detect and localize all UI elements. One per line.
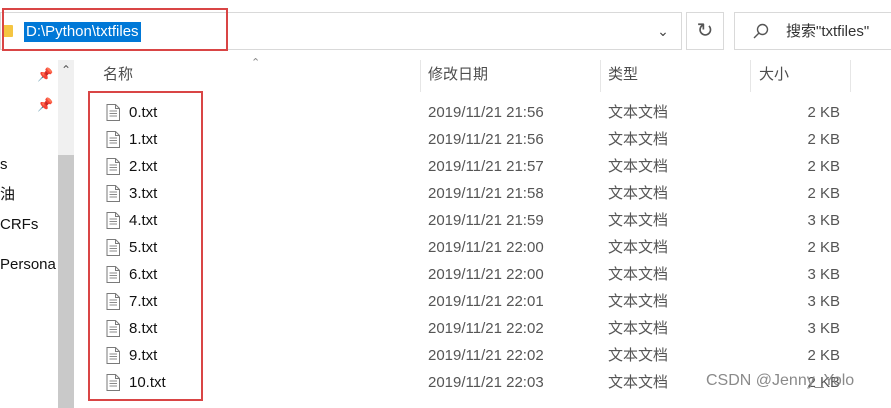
file-type: 文本文档 <box>608 104 669 121</box>
column-divider[interactable] <box>600 60 601 92</box>
watermark: CSDN @Jenny_Yolo <box>706 372 855 389</box>
scroll-up-icon[interactable]: ⌃ <box>58 60 74 80</box>
file-type: 文本文档 <box>608 239 669 256</box>
nav-item[interactable]: CRFs <box>0 215 38 235</box>
nav-item[interactable]: Persona <box>0 255 56 275</box>
column-header-date[interactable]: 修改日期 <box>428 60 488 92</box>
pin-icon[interactable]: 📌 <box>37 98 53 112</box>
file-date: 2019/11/21 21:59 <box>428 212 544 229</box>
file-row[interactable]: 2.txt 2019/11/21 21:57 文本文档 2 KB <box>84 153 891 180</box>
file-date: 2019/11/21 21:56 <box>428 104 544 121</box>
file-date: 2019/11/21 21:56 <box>428 131 544 148</box>
sort-ascending-icon: ⌃ <box>251 57 261 69</box>
file-date: 2019/11/21 22:01 <box>428 293 544 310</box>
column-header-name[interactable]: 名称 <box>103 60 133 92</box>
file-date: 2019/11/21 21:57 <box>428 158 544 175</box>
file-type: 文本文档 <box>608 266 669 283</box>
file-date: 2019/11/21 22:00 <box>428 239 544 256</box>
refresh-icon: ↻ <box>696 20 714 42</box>
file-type: 文本文档 <box>608 320 669 337</box>
nav-scrollbar-thumb[interactable] <box>58 155 74 408</box>
nav-item[interactable]: 油 <box>0 185 15 205</box>
file-type: 文本文档 <box>608 374 669 391</box>
file-date: 2019/11/21 22:02 <box>428 347 544 364</box>
search-placeholder: 搜索"txtfiles" <box>786 23 870 40</box>
column-header-type[interactable]: 类型 <box>608 60 638 92</box>
file-size: 2 KB <box>807 185 840 202</box>
file-size: 3 KB <box>807 266 840 283</box>
file-size: 2 KB <box>807 239 840 256</box>
column-divider[interactable] <box>420 60 421 92</box>
file-row[interactable]: 9.txt 2019/11/21 22:02 文本文档 2 KB <box>84 342 891 369</box>
file-row[interactable]: 7.txt 2019/11/21 22:01 文本文档 3 KB <box>84 288 891 315</box>
file-type: 文本文档 <box>608 212 669 229</box>
file-date: 2019/11/21 21:58 <box>428 185 544 202</box>
highlight-box-files <box>88 91 203 401</box>
file-row[interactable]: 4.txt 2019/11/21 21:59 文本文档 3 KB <box>84 207 891 234</box>
highlight-box-address <box>2 8 228 51</box>
file-size: 3 KB <box>807 293 840 310</box>
file-row[interactable]: 1.txt 2019/11/21 21:56 文本文档 2 KB <box>84 126 891 153</box>
column-header-size[interactable]: 大小 <box>759 60 789 92</box>
file-size: 2 KB <box>807 158 840 175</box>
file-size: 3 KB <box>807 320 840 337</box>
file-row[interactable]: 5.txt 2019/11/21 22:00 文本文档 2 KB <box>84 234 891 261</box>
file-row[interactable]: 6.txt 2019/11/21 22:00 文本文档 3 KB <box>84 261 891 288</box>
refresh-button[interactable]: ↻ <box>686 12 724 50</box>
file-type: 文本文档 <box>608 293 669 310</box>
column-divider[interactable] <box>850 60 851 92</box>
file-row[interactable]: 8.txt 2019/11/21 22:02 文本文档 3 KB <box>84 315 891 342</box>
chevron-down-icon[interactable]: ⌄ <box>652 20 674 42</box>
file-size: 2 KB <box>807 104 840 121</box>
file-type: 文本文档 <box>608 158 669 175</box>
file-type: 文本文档 <box>608 347 669 364</box>
file-date: 2019/11/21 22:02 <box>428 320 544 337</box>
file-type: 文本文档 <box>608 131 669 148</box>
nav-item[interactable]: s <box>0 155 8 175</box>
file-row[interactable]: 0.txt 2019/11/21 21:56 文本文档 2 KB <box>84 99 891 126</box>
column-divider[interactable] <box>750 60 751 92</box>
file-size: 2 KB <box>807 131 840 148</box>
search-icon <box>753 23 769 39</box>
file-size: 3 KB <box>807 212 840 229</box>
file-date: 2019/11/21 22:00 <box>428 266 544 283</box>
file-size: 2 KB <box>807 347 840 364</box>
pin-icon[interactable]: 📌 <box>37 68 53 82</box>
file-type: 文本文档 <box>608 185 669 202</box>
file-date: 2019/11/21 22:03 <box>428 374 544 391</box>
file-row[interactable]: 3.txt 2019/11/21 21:58 文本文档 2 KB <box>84 180 891 207</box>
